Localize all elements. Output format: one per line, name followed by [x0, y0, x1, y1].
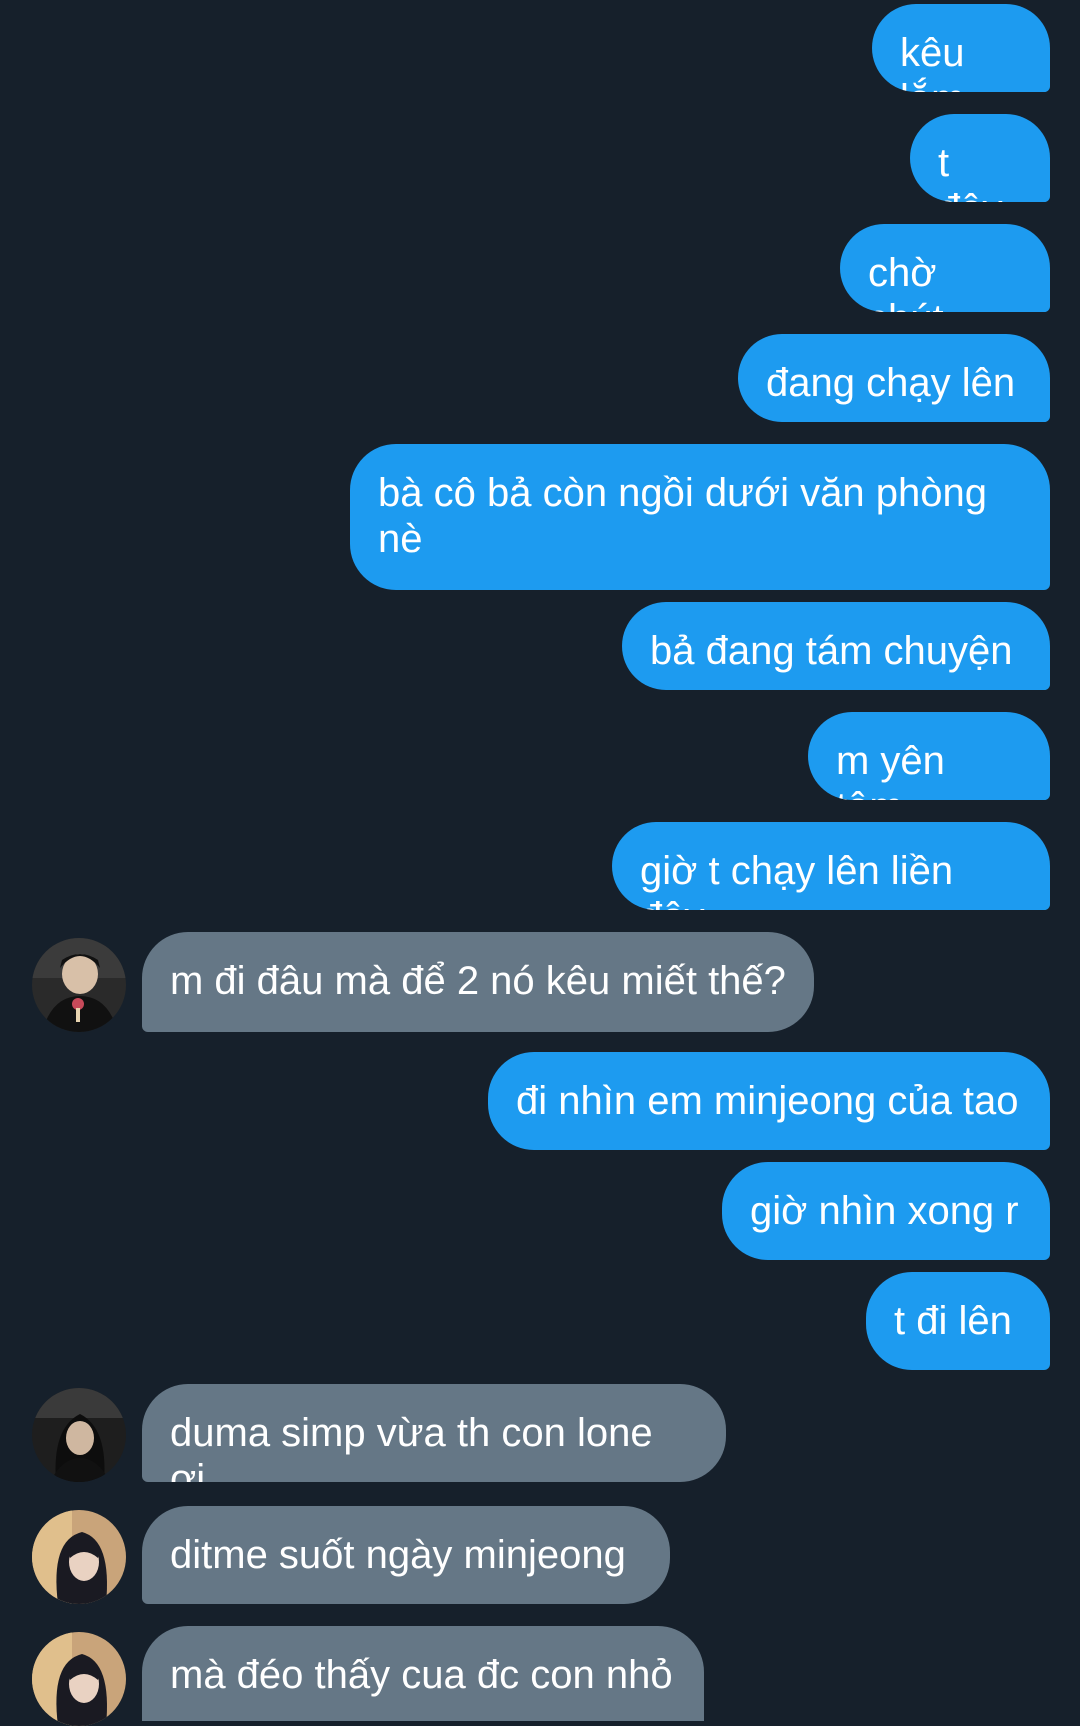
message-bubble-incoming[interactable]: m đi đâu mà để 2 nó kêu miết thế?: [142, 932, 814, 1032]
message-bubble-outgoing[interactable]: giờ nhìn xong r: [722, 1162, 1050, 1260]
avatar-girl-light[interactable]: [32, 1510, 126, 1604]
avatar-girl-dark[interactable]: [32, 1388, 126, 1482]
message-bubble-outgoing[interactable]: giờ t chạy lên liền đây: [612, 822, 1050, 910]
message-bubble-outgoing[interactable]: m yên tâm: [808, 712, 1050, 800]
avatar-boy[interactable]: [32, 938, 126, 1032]
message-bubble-outgoing[interactable]: t đây: [910, 114, 1050, 202]
avatar-girl-light[interactable]: [32, 1632, 126, 1726]
message-bubble-outgoing[interactable]: chờ chút: [840, 224, 1050, 312]
message-bubble-outgoing[interactable]: đang chạy lên: [738, 334, 1050, 422]
message-bubble-outgoing[interactable]: t đi lên: [866, 1272, 1050, 1370]
message-bubble-incoming[interactable]: mà đéo thấy cua đc con nhỏ: [142, 1626, 704, 1721]
conversation-thread[interactable]: kêu lắm t đây chờ chút đang chạy lên bà …: [0, 0, 1080, 1726]
message-bubble-outgoing[interactable]: đi nhìn em minjeong của tao: [488, 1052, 1050, 1150]
message-bubble-outgoing[interactable]: kêu lắm: [872, 4, 1050, 92]
message-bubble-outgoing[interactable]: bà cô bả còn ngồi dưới văn phòng nè: [350, 444, 1050, 590]
message-bubble-incoming[interactable]: duma simp vừa th con lone ơi: [142, 1384, 726, 1482]
message-bubble-incoming[interactable]: ditme suốt ngày minjeong: [142, 1506, 670, 1604]
message-bubble-outgoing[interactable]: bả đang tám chuyện: [622, 602, 1050, 690]
